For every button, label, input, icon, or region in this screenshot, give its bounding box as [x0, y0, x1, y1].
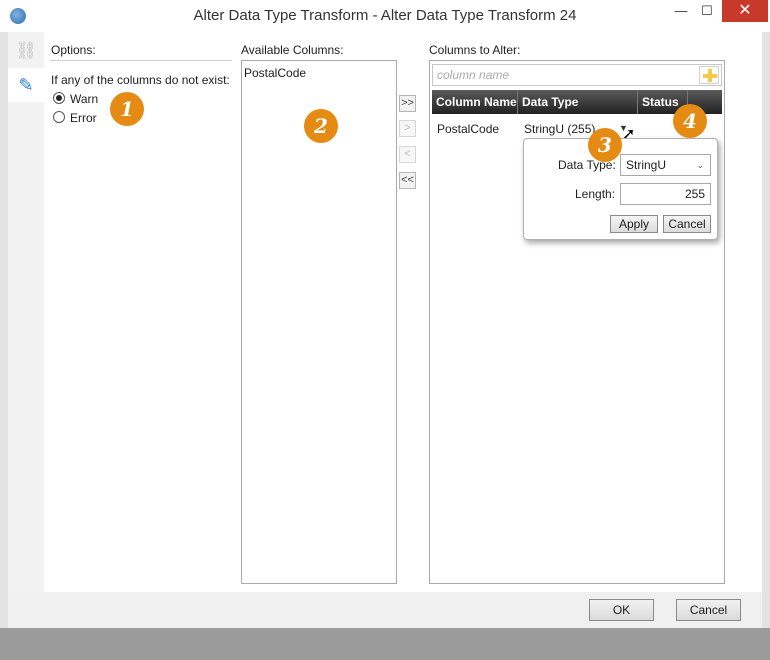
- missing-columns-prompt: If any of the columns do not exist:: [51, 73, 230, 87]
- side-rail: [8, 32, 44, 592]
- length-label: Length:: [575, 187, 616, 201]
- radio-error-label[interactable]: Error: [70, 111, 97, 125]
- remove-selected-button[interactable]: <: [399, 146, 416, 163]
- data-type-select[interactable]: StringU ⌄: [620, 154, 711, 176]
- window-frame-right: [762, 32, 770, 660]
- header-column-name[interactable]: Column Name: [432, 90, 518, 114]
- apply-button[interactable]: Apply: [610, 215, 658, 233]
- radio-warn[interactable]: [53, 92, 65, 104]
- radio-warn-label[interactable]: Warn: [70, 92, 98, 106]
- row-data-type[interactable]: StringU (255): [524, 122, 595, 136]
- data-type-value: StringU: [626, 158, 667, 172]
- minimize-button[interactable]: —: [668, 0, 694, 22]
- header-data-type[interactable]: Data Type: [518, 90, 638, 114]
- column-search-input[interactable]: column name: [432, 64, 722, 86]
- ok-button[interactable]: OK: [589, 599, 654, 621]
- window-title: Alter Data Type Transform - Alter Data T…: [193, 7, 577, 24]
- callout-badge-4: 4: [673, 104, 707, 138]
- link-icon[interactable]: ⛓: [8, 36, 44, 66]
- add-selected-button[interactable]: >: [399, 120, 416, 137]
- add-all-button[interactable]: >>: [399, 95, 416, 112]
- remove-all-button[interactable]: <<: [399, 172, 416, 189]
- window-frame-bottom: [0, 628, 770, 660]
- row-column-name[interactable]: PostalCode: [437, 122, 499, 136]
- chevron-down-icon: ⌄: [696, 160, 704, 170]
- available-columns-heading: Available Columns:: [241, 43, 344, 57]
- columns-to-alter-heading: Columns to Alter:: [429, 43, 521, 57]
- options-separator: [50, 60, 232, 61]
- callout-badge-3: 3: [588, 128, 622, 162]
- close-button[interactable]: ✕: [722, 0, 768, 22]
- popup-cancel-button[interactable]: Cancel: [663, 215, 711, 233]
- maximize-button[interactable]: ☐: [694, 0, 720, 22]
- radio-error[interactable]: [53, 111, 65, 123]
- length-input[interactable]: 255: [620, 183, 711, 205]
- cancel-button[interactable]: Cancel: [676, 599, 741, 621]
- callout-badge-1: 1: [110, 92, 144, 126]
- pencil-icon[interactable]: ✎: [8, 68, 44, 102]
- add-column-icon[interactable]: [699, 66, 719, 84]
- options-heading: Options:: [51, 43, 96, 57]
- list-item[interactable]: PostalCode: [244, 66, 306, 80]
- window-frame-left: [0, 32, 8, 660]
- callout-badge-2: 2: [304, 109, 338, 143]
